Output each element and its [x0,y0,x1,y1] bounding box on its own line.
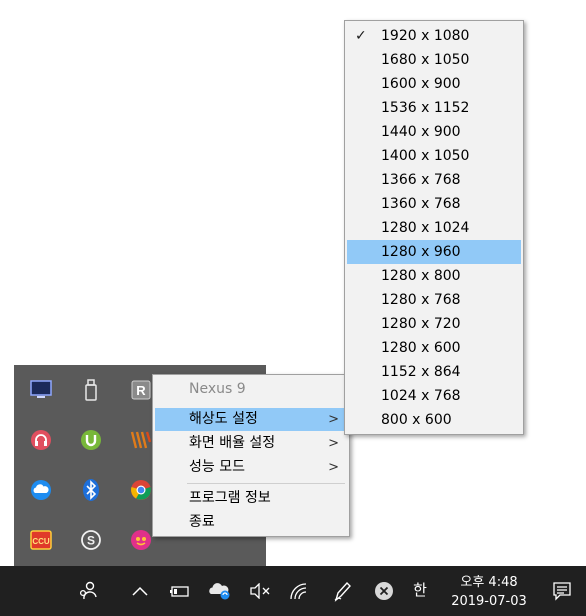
resolution-option[interactable]: 1280 x 768 [347,288,521,312]
chevron-right-icon: > [328,460,339,475]
resolution-option[interactable]: 1360 x 768 [347,192,521,216]
menu-item-label: 종료 [189,514,215,530]
tray-context-menu: Nexus 9 해상도 설정 > 화면 배율 설정 > 성능 모드 > 프로그램… [152,374,350,537]
svg-text:S: S [87,534,95,548]
menu-item-label: 해상도 설정 [189,411,258,427]
resolution-label: 1024 x 768 [381,388,461,404]
cctv-app-icon[interactable]: CCU [16,515,66,565]
resolution-option[interactable]: 1280 x 720 [347,312,521,336]
clock-date: 2019-07-03 [451,594,527,609]
svg-text:CCU: CCU [32,537,50,546]
resolution-label: 1536 x 1152 [381,100,470,116]
notification-icon[interactable] [544,566,580,616]
checkmark-icon: ✓ [355,28,367,44]
menu-item-label: Nexus 9 [189,381,246,397]
resolution-label: 1152 x 864 [381,364,461,380]
resolution-option[interactable]: ✓ 1920 x 1080 [347,24,521,48]
resolution-option[interactable]: 1400 x 1050 [347,144,521,168]
resolution-option[interactable]: 1440 x 900 [347,120,521,144]
resolution-option[interactable]: 1280 x 800 [347,264,521,288]
pen-icon[interactable] [324,566,360,616]
resolution-label: 1280 x 1024 [381,220,470,236]
clock-time: 오후 4:48 [460,575,518,590]
chevron-up-icon[interactable] [122,566,158,616]
ime-indicator[interactable]: 한 [409,578,431,602]
close-circle-icon[interactable] [366,566,402,616]
resolution-option[interactable]: 1280 x 600 [347,336,521,360]
resolution-option[interactable]: 1280 x 1024 [347,216,521,240]
wifi-icon[interactable] [282,566,318,616]
menu-item-resolution-settings[interactable]: 해상도 설정 > [155,408,347,431]
battery-icon[interactable] [162,566,198,616]
svg-text:R: R [136,383,146,398]
resolution-label: 1360 x 768 [381,196,461,212]
chevron-right-icon: > [328,412,339,427]
resolution-option-highlighted[interactable]: 1280 x 960 [347,240,521,264]
resolution-label: 1920 x 1080 [381,28,470,44]
resolution-option[interactable]: 1536 x 1152 [347,96,521,120]
taskbar-clock[interactable]: 오후 4:48 2019-07-03 [438,566,540,616]
volume-muted-icon[interactable] [242,566,278,616]
resolution-option[interactable]: 1152 x 864 [347,360,521,384]
resolution-option[interactable]: 1024 x 768 [347,384,521,408]
resolution-label: 800 x 600 [381,412,452,428]
resolution-label: 1280 x 960 [381,244,461,260]
menu-separator [187,483,345,484]
resolution-option[interactable]: 800 x 600 [347,408,521,432]
resolution-option[interactable]: 1366 x 768 [347,168,521,192]
menu-item-label: 화면 배율 설정 [189,435,276,451]
menu-item-scaling-settings[interactable]: 화면 배율 설정 > [155,432,347,455]
menu-item-performance-mode[interactable]: 성능 모드 > [155,456,347,479]
menu-item-exit[interactable]: 종료 [155,511,347,534]
taskbar: 한 오후 4:48 2019-07-03 [0,566,586,616]
utorrent-icon[interactable] [66,415,116,465]
resolution-label: 1366 x 768 [381,172,461,188]
resolution-label: 1600 x 900 [381,76,461,92]
resolution-label: 1280 x 600 [381,340,461,356]
resolution-label: 1440 x 900 [381,124,461,140]
bluetooth-icon[interactable] [66,465,116,515]
menu-item-device-name: Nexus 9 [155,378,347,401]
resolution-option[interactable]: 1600 x 900 [347,72,521,96]
usb-drive-icon[interactable] [66,365,116,415]
resolution-submenu: ✓ 1920 x 1080 1680 x 1050 1600 x 900 153… [344,20,524,435]
menu-item-about[interactable]: 프로그램 정보 [155,487,347,510]
onedrive-icon[interactable] [16,465,66,515]
resolution-label: 1280 x 800 [381,268,461,284]
people-icon[interactable] [70,566,106,616]
resolution-label: 1280 x 768 [381,292,461,308]
display-app-icon[interactable] [16,365,66,415]
menu-item-label: 성능 모드 [189,459,245,475]
resolution-label: 1280 x 720 [381,316,461,332]
menu-item-label: 프로그램 정보 [189,490,271,506]
resolution-option[interactable]: 1680 x 1050 [347,48,521,72]
headset-icon[interactable] [16,415,66,465]
resolution-label: 1680 x 1050 [381,52,470,68]
resolution-label: 1400 x 1050 [381,148,470,164]
chevron-right-icon: > [328,436,339,451]
skype-icon[interactable]: S [66,515,116,565]
onedrive-sync-icon[interactable] [202,566,238,616]
